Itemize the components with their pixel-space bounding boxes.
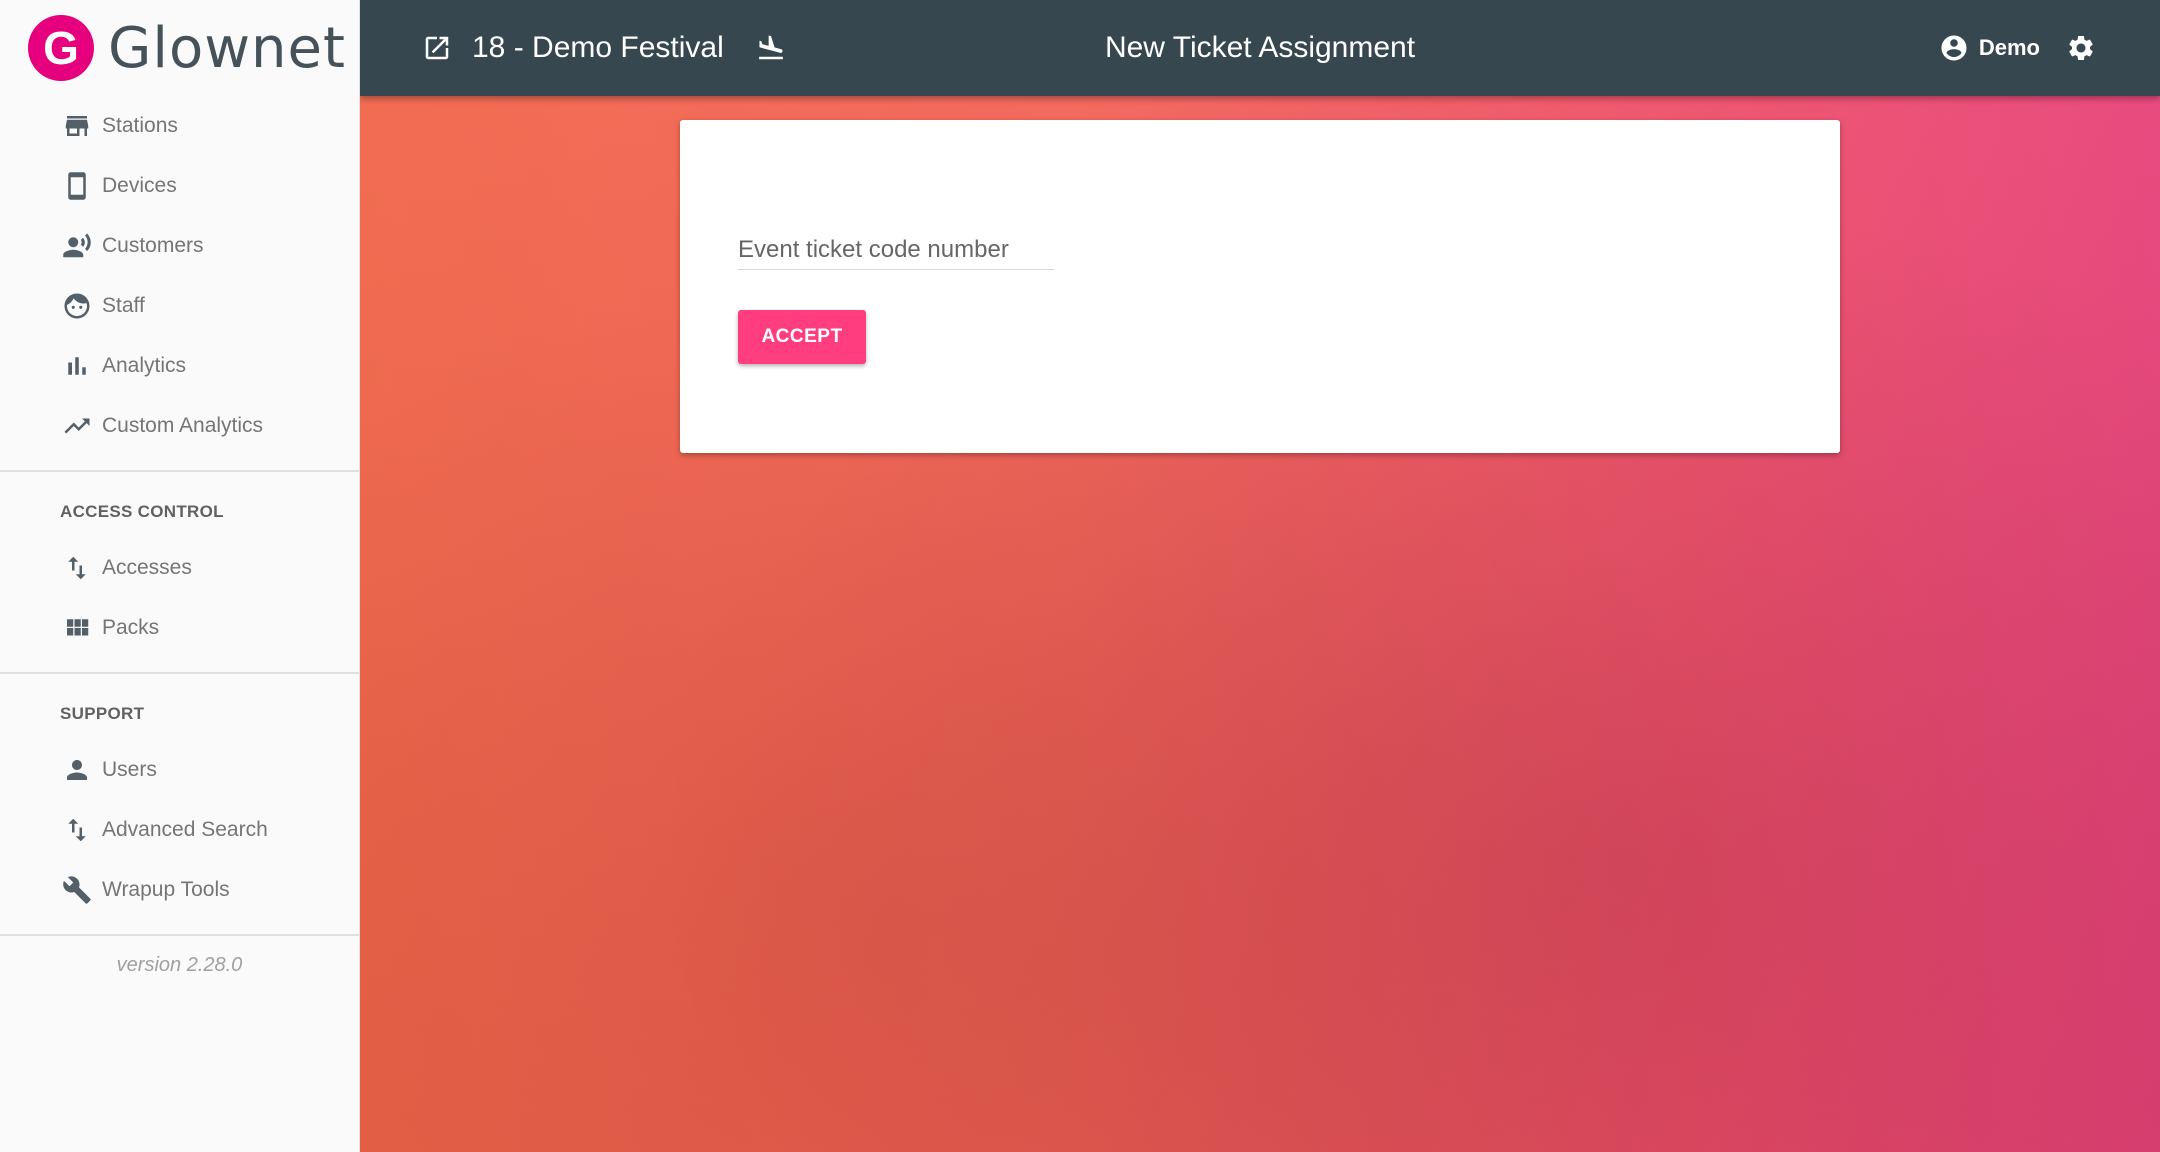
sidebar-item-staff[interactable]: Staff — [0, 276, 359, 336]
sidebar-item-wrapup-tools[interactable]: Wrapup Tools — [0, 860, 359, 920]
ticket-assignment-card: ACCEPT — [680, 120, 1840, 453]
sidebar-item-label: Accesses — [102, 556, 192, 579]
user-menu[interactable]: Demo — [1937, 31, 2040, 65]
sidebar-item-label: Wrapup Tools — [102, 878, 230, 901]
gear-icon[interactable] — [2064, 31, 2098, 65]
person-icon — [60, 753, 94, 787]
brand-name: Glownet — [108, 15, 346, 81]
section-title-access-control: ACCESS CONTROL — [60, 502, 224, 521]
bar-chart-icon — [60, 349, 94, 383]
sidebar-item-customers[interactable]: Customers — [0, 216, 359, 276]
accept-button[interactable]: ACCEPT — [738, 310, 866, 364]
sidebar-item-accesses[interactable]: Accesses — [0, 538, 359, 598]
sidebar-item-analytics[interactable]: Analytics — [0, 336, 359, 396]
sidebar-item-label: Advanced Search — [102, 818, 268, 841]
sidebar-item-label: Packs — [102, 616, 160, 639]
event-title[interactable]: 18 - Demo Festival — [472, 31, 724, 65]
sidebar-item-label: Devices — [102, 174, 177, 197]
smartphone-icon — [60, 169, 94, 203]
import-export-icon — [60, 551, 94, 585]
glownet-logo-icon: G — [28, 15, 94, 81]
account-circle-icon — [1937, 31, 1971, 65]
face-icon — [60, 289, 94, 323]
sidebar-item-label: Staff — [102, 294, 145, 317]
sidebar-item-label: Users — [102, 758, 157, 781]
flight-land-icon[interactable] — [754, 31, 788, 65]
section-title-support: SUPPORT — [60, 704, 145, 723]
import-export-icon — [60, 813, 94, 847]
main-content: 18 - Demo Festival New Ticket Assignment… — [360, 0, 2160, 1152]
sidebar-item-stations[interactable]: Stations — [0, 96, 359, 156]
sidebar-item-custom-analytics[interactable]: Custom Analytics — [0, 396, 359, 456]
sidebar-item-label: Analytics — [102, 354, 187, 377]
record-voice-icon — [60, 229, 94, 263]
sidebar-item-label: Stations — [102, 114, 178, 137]
open-in-new-icon[interactable] — [420, 31, 454, 65]
trending-up-icon — [60, 409, 94, 443]
sidebar-divider — [0, 934, 359, 936]
view-module-icon — [60, 611, 94, 645]
sidebar-item-advanced-search[interactable]: Advanced Search — [0, 800, 359, 860]
wrench-icon — [60, 873, 94, 907]
user-name: Demo — [1978, 35, 2040, 60]
sidebar-item-label: Customers — [102, 234, 204, 257]
sidebar-item-packs[interactable]: Packs — [0, 598, 359, 658]
ticket-code-input[interactable] — [738, 210, 1054, 270]
version-label: version 2.28.0 — [116, 954, 243, 976]
sidebar-item-label: Custom Analytics — [102, 414, 264, 437]
top-app-bar: 18 - Demo Festival New Ticket Assignment… — [360, 0, 2160, 96]
sidebar-item-users[interactable]: Users — [0, 740, 359, 800]
sidebar-item-devices[interactable]: Devices — [0, 156, 359, 216]
sidebar: G Glownet Stations Devices Customers Sta… — [0, 0, 360, 1152]
store-icon — [60, 109, 94, 143]
brand[interactable]: G Glownet — [0, 0, 359, 96]
